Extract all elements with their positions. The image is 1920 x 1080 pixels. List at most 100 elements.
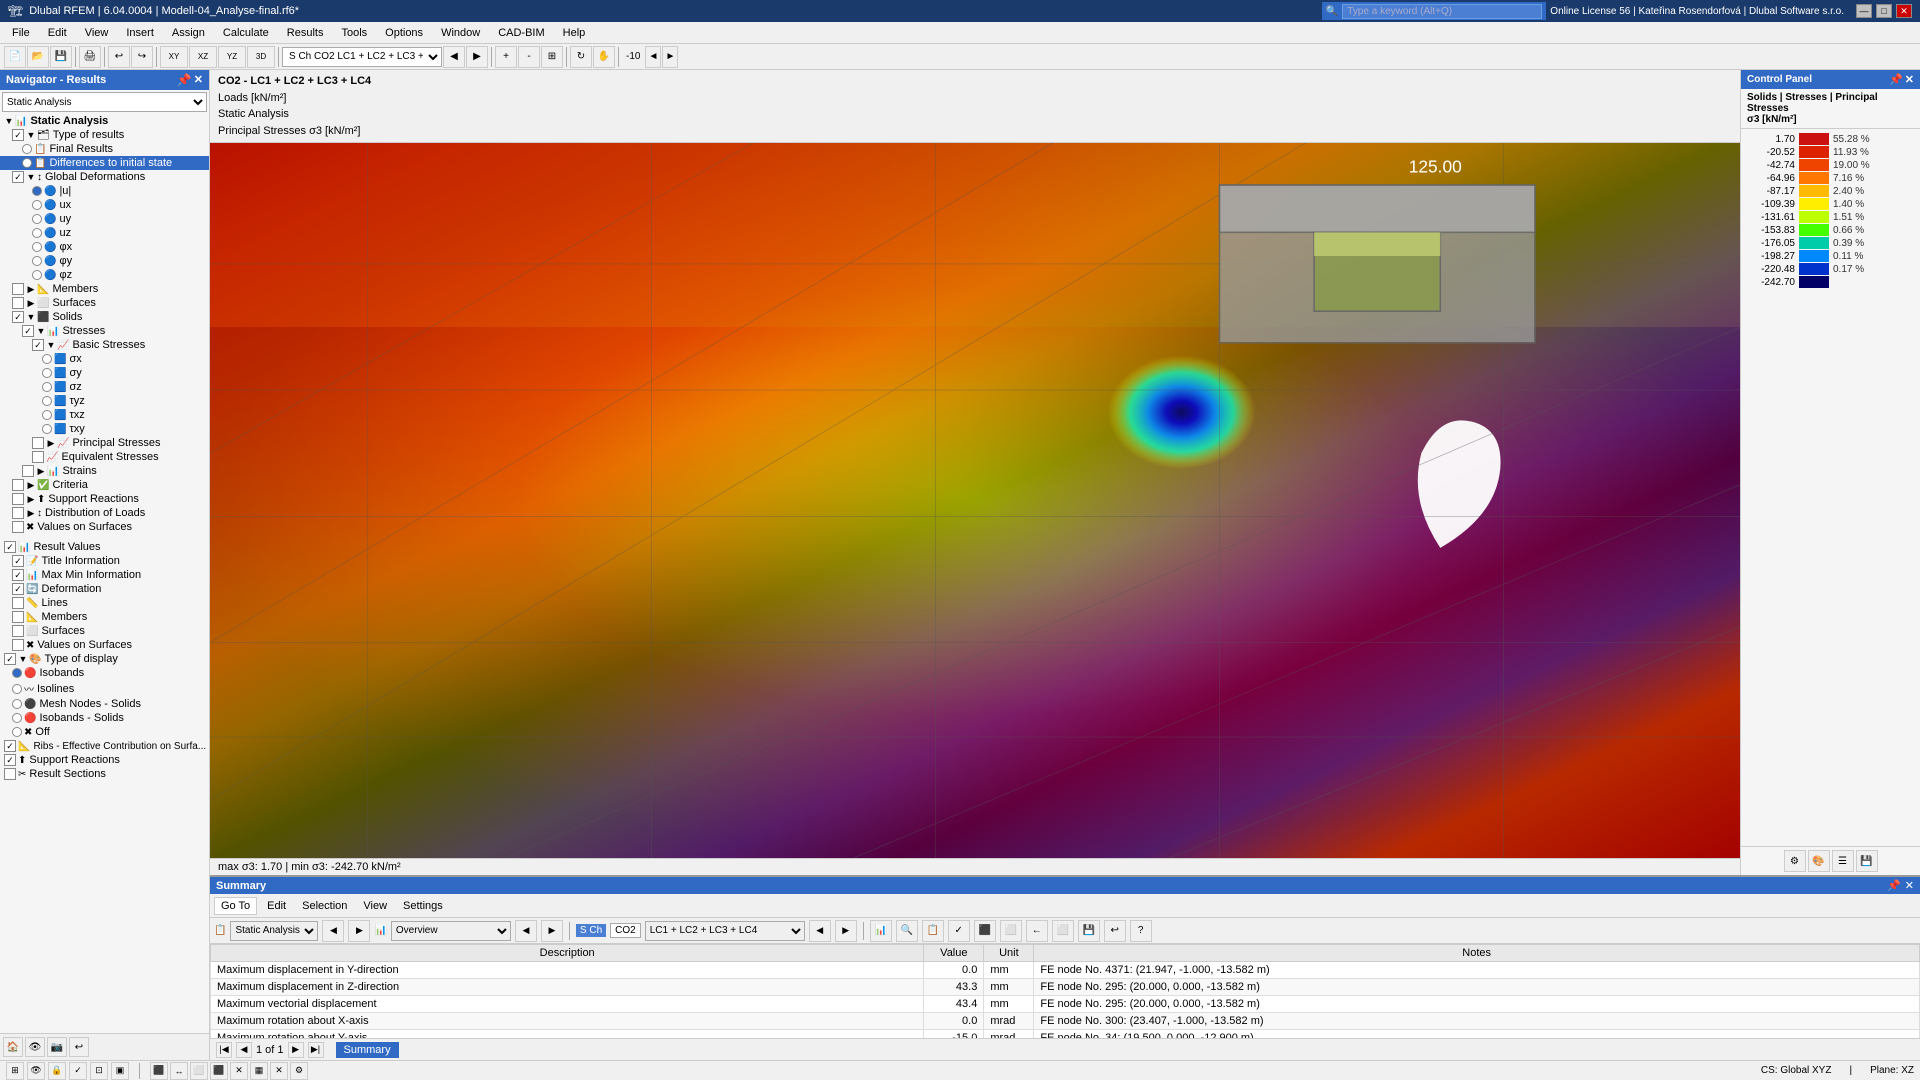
sigmaz-radio[interactable] [42, 382, 52, 392]
summary-tab-edit[interactable]: Edit [261, 898, 292, 914]
equiv-checkbox[interactable] [32, 451, 44, 463]
summary-tab-settings[interactable]: Settings [397, 898, 449, 914]
values-surfaces-checkbox[interactable] [12, 521, 24, 533]
nav-surfaces-display[interactable]: ⬜ Surfaces [0, 624, 209, 638]
sb-btn2[interactable]: 👁 [27, 1062, 45, 1080]
view-xy[interactable]: XY [160, 46, 188, 68]
summary-next-btn[interactable]: ▶ [348, 920, 370, 942]
isobands-solids-radio[interactable] [12, 713, 22, 723]
members-checkbox[interactable] [12, 283, 24, 295]
prev-page-btn[interactable]: ◀ [236, 1042, 252, 1058]
menu-cad-bim[interactable]: CAD-BIM [490, 25, 552, 41]
nav-phi-z[interactable]: 🔵 φz [0, 268, 209, 282]
maximize-button[interactable]: □ [1876, 4, 1892, 18]
zoom-slider[interactable]: ◄ [645, 46, 661, 68]
next-page-btn[interactable]: ▶ [288, 1042, 304, 1058]
strains-checkbox[interactable] [22, 465, 34, 477]
sb-x-btn[interactable]: ✕ [270, 1062, 288, 1080]
summary-tab-active[interactable]: Summary [336, 1042, 399, 1058]
nav-members-display[interactable]: 📐 Members [0, 610, 209, 624]
nav-result-sections[interactable]: ✂ Result Sections [0, 767, 209, 781]
analysis-combo[interactable]: Static Analysis [2, 92, 207, 112]
principal-checkbox[interactable] [32, 437, 44, 449]
prev-load[interactable]: ◀ [443, 46, 465, 68]
save-btn[interactable]: 💾 [50, 46, 72, 68]
nav-criteria[interactable]: ▶ ✅ Criteria [0, 478, 209, 492]
sb-member-btn[interactable]: ↔ [170, 1062, 188, 1080]
nav-basic-stresses[interactable]: ▼ 📈 Basic Stresses [0, 338, 209, 352]
summary-lc-combo[interactable]: LC1 + LC2 + LC3 + LC4 [645, 921, 805, 941]
view-yz[interactable]: YZ [218, 46, 246, 68]
tauxy-radio[interactable] [42, 424, 52, 434]
tauxz-radio[interactable] [42, 410, 52, 420]
menu-edit[interactable]: Edit [40, 25, 75, 41]
first-page-btn[interactable]: |◀ [216, 1042, 232, 1058]
sum-btn11[interactable]: ? [1130, 920, 1152, 942]
open-btn[interactable]: 📂 [27, 46, 49, 68]
menu-calculate[interactable]: Calculate [215, 25, 277, 41]
sb-btn1[interactable]: ⊞ [6, 1062, 24, 1080]
nav-mesh-nodes-solids[interactable]: ⚫ Mesh Nodes - Solids [0, 697, 209, 711]
nav-u-abs[interactable]: 🔵 |u| [0, 184, 209, 198]
search-input[interactable] [1342, 4, 1542, 19]
sum-btn10[interactable]: ↩ [1104, 920, 1126, 942]
sb-node-btn[interactable]: ⬛ [150, 1062, 168, 1080]
isobands-radio[interactable] [12, 668, 22, 678]
values-surfaces-display-checkbox[interactable] [12, 639, 24, 651]
nav-home-btn[interactable]: 🏠 [3, 1037, 23, 1057]
menu-options[interactable]: Options [377, 25, 431, 41]
nav-type-display[interactable]: ▼ 🎨 Type of display [0, 652, 209, 666]
phiy-radio[interactable] [32, 256, 42, 266]
new-btn[interactable]: 📄 [4, 46, 26, 68]
uz-radio[interactable] [32, 228, 42, 238]
cp-settings-btn[interactable]: ⚙ [1784, 850, 1806, 872]
nav-principal-stresses[interactable]: ▶ 📈 Principal Stresses [0, 436, 209, 450]
nav-global-deformations[interactable]: ▼ ↕ Global Deformations [0, 170, 209, 184]
view-xz[interactable]: XZ [189, 46, 217, 68]
title-info-checkbox[interactable] [12, 555, 24, 567]
summary-tab-view[interactable]: View [357, 898, 393, 914]
nav-stresses[interactable]: ▼ 📊 Stresses [0, 324, 209, 338]
menu-view[interactable]: View [77, 25, 117, 41]
nav-ribs[interactable]: 📐 Ribs - Effective Contribution on Surfa… [0, 739, 209, 753]
members-display-checkbox[interactable] [12, 611, 24, 623]
phix-radio[interactable] [32, 242, 42, 252]
sum-btn1[interactable]: 📊 [870, 920, 892, 942]
sum-btn7[interactable]: ← [1026, 920, 1048, 942]
sum-btn2[interactable]: 🔍 [896, 920, 918, 942]
zoom-fit[interactable]: ⊞ [541, 46, 563, 68]
next-load[interactable]: ▶ [466, 46, 488, 68]
maxmin-info-checkbox[interactable] [12, 569, 24, 581]
surfaces-checkbox[interactable] [12, 297, 24, 309]
sum-btn8[interactable]: ⬜ [1052, 920, 1074, 942]
final-results-radio[interactable] [22, 144, 32, 154]
viewport-3d[interactable]: 125.00 [210, 143, 1740, 858]
summary-view-next[interactable]: ▶ [541, 920, 563, 942]
nav-tau-yz[interactable]: 🟦 τyz [0, 394, 209, 408]
nav-uz[interactable]: 🔵 uz [0, 226, 209, 240]
sb-btn5[interactable]: ⊡ [90, 1062, 108, 1080]
nav-sigma-y[interactable]: 🟦 σy [0, 366, 209, 380]
nav-lines-display[interactable]: 📏 Lines [0, 596, 209, 610]
mesh-nodes-radio[interactable] [12, 699, 22, 709]
dist-loads-checkbox[interactable] [12, 507, 24, 519]
uy-radio[interactable] [32, 214, 42, 224]
ux-radio[interactable] [32, 200, 42, 210]
rotate-btn[interactable]: ↻ [570, 46, 592, 68]
solids-checkbox[interactable] [12, 311, 24, 323]
sb-solid-btn[interactable]: ⬛ [210, 1062, 228, 1080]
summary-tab-selection[interactable]: Selection [296, 898, 353, 914]
nav-sigma-z[interactable]: 🟦 σz [0, 380, 209, 394]
support-reactions-checkbox[interactable] [12, 493, 24, 505]
close-button[interactable]: ✕ [1896, 4, 1912, 18]
sigmax-radio[interactable] [42, 354, 52, 364]
sum-btn3[interactable]: 📋 [922, 920, 944, 942]
type-display-checkbox[interactable] [4, 653, 16, 665]
nav-differences[interactable]: 📋 Differences to initial state [0, 156, 209, 170]
nav-eye-btn[interactable]: 👁 [25, 1037, 45, 1057]
print-btn[interactable]: 🖨 [79, 46, 101, 68]
result-sections-checkbox[interactable] [4, 768, 16, 780]
sum-btn6[interactable]: ⬜ [1000, 920, 1022, 942]
cp-save-btn[interactable]: 💾 [1856, 850, 1878, 872]
cp-colors-btn[interactable]: 🎨 [1808, 850, 1830, 872]
